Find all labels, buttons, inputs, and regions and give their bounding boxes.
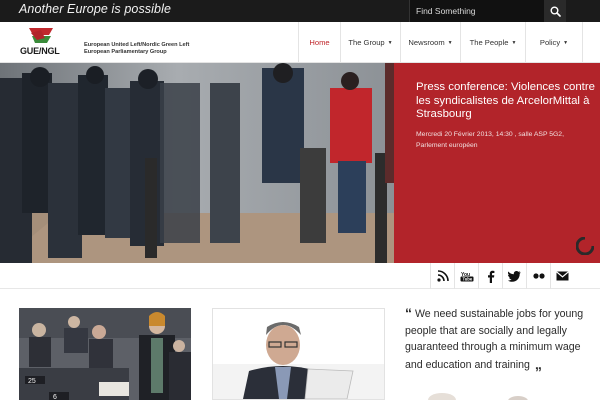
hero-photo-illustration bbox=[0, 63, 394, 263]
quote-author-avatar-2[interactable] bbox=[508, 396, 528, 400]
nav-label: Newsroom bbox=[408, 38, 445, 47]
featured-story-meta: Mercredi 20 Février 2013, 14:30 , salle … bbox=[416, 131, 564, 149]
social-icons: You Tube bbox=[430, 263, 574, 289]
article-thumbnail-plenary[interactable]: 25 6 bbox=[19, 308, 191, 400]
youtube-icon[interactable]: You Tube bbox=[454, 263, 478, 289]
twitter-icon[interactable] bbox=[502, 263, 526, 289]
plenary-photo-illustration: 25 6 bbox=[19, 308, 191, 400]
nav-item-the-group[interactable]: The Group ▼ bbox=[340, 22, 400, 63]
loading-spinner-icon bbox=[576, 237, 594, 255]
featured-story-panel[interactable]: Press conference: Violences contre les s… bbox=[394, 63, 600, 263]
search-box bbox=[409, 0, 566, 22]
nav-label: The People bbox=[469, 38, 509, 47]
social-bar: You Tube bbox=[0, 263, 600, 289]
main-nav: Home The Group ▼ Newsroom ▼ The People ▼… bbox=[298, 22, 583, 63]
search-input[interactable] bbox=[410, 0, 545, 22]
site-tagline: Another Europe is possible bbox=[19, 2, 171, 16]
site-header: GUE/NGL European United Left/Nordic Gree… bbox=[0, 22, 600, 63]
speaker-photo-illustration bbox=[213, 309, 384, 399]
search-button[interactable] bbox=[544, 0, 566, 22]
flickr-icon[interactable] bbox=[526, 263, 550, 289]
quote-author-avatar[interactable] bbox=[428, 393, 456, 400]
caret-down-icon: ▼ bbox=[511, 39, 517, 46]
nav-item-the-people[interactable]: The People ▼ bbox=[460, 22, 525, 63]
svg-text:Tube: Tube bbox=[462, 277, 472, 282]
nav-label: Policy bbox=[539, 38, 561, 47]
nav-label: The Group bbox=[348, 38, 385, 47]
nav-item-newsroom[interactable]: Newsroom ▼ bbox=[400, 22, 460, 63]
facebook-icon[interactable] bbox=[478, 263, 502, 289]
open-quote-icon: “ bbox=[405, 305, 412, 321]
featured-story-title[interactable]: Press conference: Violences contre les s… bbox=[416, 81, 598, 122]
nav-label: Home bbox=[309, 38, 330, 47]
nav-item-policy[interactable]: Policy ▼ bbox=[525, 22, 583, 63]
hero-photo[interactable] bbox=[0, 63, 394, 263]
rss-icon[interactable] bbox=[430, 263, 454, 289]
caret-down-icon: ▼ bbox=[447, 39, 453, 46]
nav-item-home[interactable]: Home bbox=[298, 22, 340, 63]
logo-text: GUE/NGL bbox=[20, 46, 60, 56]
caret-down-icon: ▼ bbox=[387, 39, 393, 46]
email-icon[interactable] bbox=[550, 263, 574, 289]
quote-text: We need sustainable jobs for young peopl… bbox=[405, 308, 584, 371]
org-line-2: European Parliamentary Group bbox=[84, 48, 167, 55]
organization-name: European United Left/Nordic Green Left E… bbox=[84, 42, 189, 55]
svg-text:25: 25 bbox=[28, 378, 36, 385]
caret-down-icon: ▼ bbox=[563, 39, 569, 46]
svg-text:6: 6 bbox=[53, 394, 57, 400]
article-thumbnail-speaker[interactable] bbox=[212, 308, 385, 400]
search-icon bbox=[550, 6, 561, 17]
close-quote-icon: „ bbox=[534, 355, 542, 372]
top-bar: Another Europe is possible bbox=[0, 0, 600, 22]
featured-quote: “ We need sustainable jobs for young peo… bbox=[405, 305, 585, 373]
org-line-1: European United Left/Nordic Green Left bbox=[84, 42, 190, 48]
